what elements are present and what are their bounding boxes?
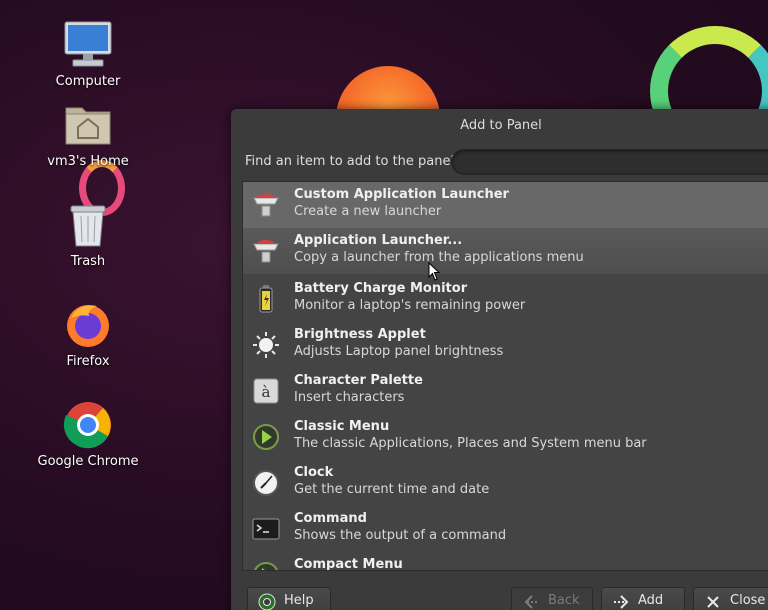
desktop-icon-label: Trash bbox=[70, 254, 106, 269]
help-icon bbox=[258, 593, 276, 610]
home-folder-icon bbox=[63, 100, 113, 150]
back-arrow-icon bbox=[522, 593, 540, 610]
classic-menu-icon bbox=[251, 422, 281, 452]
character-palette-icon: à bbox=[251, 376, 281, 406]
dialog-titlebar[interactable]: Add to Panel bbox=[231, 109, 768, 142]
trash-icon bbox=[63, 200, 113, 250]
item-desc: The classic Applications, Places and Sys… bbox=[294, 436, 647, 451]
close-button-label: Close bbox=[730, 593, 766, 608]
list-item[interactable]: Brightness Applet Adjusts Laptop panel b… bbox=[243, 322, 768, 368]
item-name: Custom Application Launcher bbox=[294, 187, 509, 202]
search-input[interactable] bbox=[451, 149, 768, 175]
item-name: Classic Menu bbox=[294, 419, 390, 434]
item-desc: Monitor a laptop's remaining power bbox=[294, 298, 526, 313]
desktop-icon-home[interactable]: vm3's Home bbox=[28, 100, 148, 170]
find-label: Find an item to add to the panel: bbox=[245, 154, 459, 169]
panel-item-list: Custom Application Launcher Create a new… bbox=[242, 181, 768, 571]
list-item[interactable]: Command Shows the output of a command bbox=[243, 506, 768, 552]
list-item[interactable]: Clock Get the current time and date bbox=[243, 460, 768, 506]
launcher-icon bbox=[251, 190, 281, 220]
item-desc: Create a new launcher bbox=[294, 204, 442, 219]
help-button[interactable]: Help bbox=[247, 587, 331, 610]
brightness-icon bbox=[251, 330, 281, 360]
add-button[interactable]: Add bbox=[601, 587, 685, 610]
chrome-icon bbox=[63, 400, 113, 450]
list-item[interactable]: à Character Palette Insert characters bbox=[243, 368, 768, 414]
close-button[interactable]: Close bbox=[693, 587, 768, 610]
desktop-icon-trash[interactable]: Trash bbox=[28, 200, 148, 270]
desktop-icon-computer[interactable]: Computer bbox=[28, 20, 148, 90]
desktop-icon-firefox[interactable]: Firefox bbox=[28, 300, 148, 370]
mouse-cursor-icon bbox=[428, 261, 442, 282]
desktop-icon-label: Computer bbox=[55, 74, 121, 89]
launcher-icon bbox=[251, 236, 281, 266]
item-name: Application Launcher... bbox=[294, 233, 463, 248]
clock-icon bbox=[251, 468, 281, 498]
item-name: Brightness Applet bbox=[294, 327, 426, 342]
item-name: Command bbox=[294, 511, 367, 526]
firefox-icon bbox=[63, 300, 113, 350]
add-to-panel-dialog: Add to Panel Find an item to add to the … bbox=[231, 109, 768, 610]
list-item[interactable]: Battery Charge Monitor Monitor a laptop'… bbox=[243, 276, 768, 322]
find-row: Find an item to add to the panel: bbox=[245, 149, 768, 175]
desktop-icon-chrome[interactable]: Google Chrome bbox=[28, 400, 148, 470]
item-desc: Shows the output of a command bbox=[294, 528, 507, 543]
dialog-title: Add to Panel bbox=[460, 118, 542, 133]
item-name: Character Palette bbox=[294, 373, 423, 388]
item-name: Compact Menu bbox=[294, 557, 403, 571]
item-desc: Insert characters bbox=[294, 390, 405, 405]
add-arrow-icon bbox=[612, 593, 630, 610]
item-name: Clock bbox=[294, 465, 334, 480]
back-button-label: Back bbox=[548, 593, 580, 608]
item-name: Battery Charge Monitor bbox=[294, 281, 468, 296]
desktop-icon-label: Google Chrome bbox=[37, 454, 139, 469]
close-icon bbox=[704, 593, 722, 610]
battery-icon bbox=[251, 284, 281, 314]
help-button-label: Help bbox=[284, 593, 314, 608]
item-desc: Get the current time and date bbox=[294, 482, 490, 497]
item-desc: Adjusts Laptop panel brightness bbox=[294, 344, 504, 359]
list-item[interactable]: Compact Menu bbox=[243, 552, 768, 571]
list-item[interactable]: Custom Application Launcher Create a new… bbox=[243, 182, 768, 228]
desktop-icon-label: vm3's Home bbox=[47, 154, 129, 169]
desktop-icon-label: Firefox bbox=[66, 354, 110, 369]
computer-icon bbox=[63, 20, 113, 70]
add-button-label: Add bbox=[638, 593, 664, 608]
back-button[interactable]: Back bbox=[511, 587, 593, 610]
list-item[interactable]: Application Launcher... Copy a launcher … bbox=[243, 228, 768, 274]
terminal-icon bbox=[251, 514, 281, 544]
svg-text:à: à bbox=[262, 383, 271, 401]
list-item[interactable]: Classic Menu The classic Applications, P… bbox=[243, 414, 768, 460]
compact-menu-icon bbox=[251, 560, 281, 570]
